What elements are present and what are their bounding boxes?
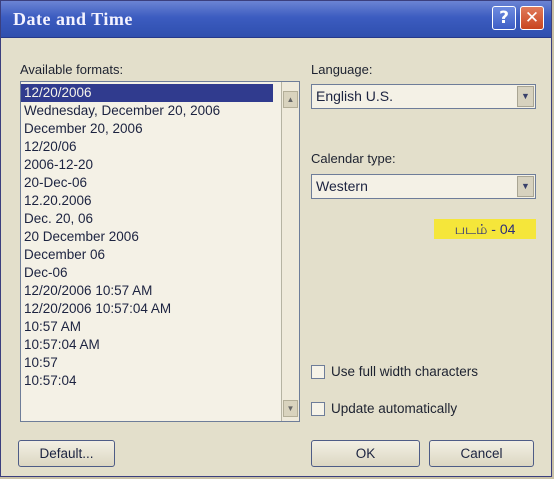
format-list-item[interactable]: Dec-06 — [21, 264, 273, 282]
format-list-item[interactable]: 20-Dec-06 — [21, 174, 273, 192]
help-button[interactable]: ? — [492, 6, 516, 30]
language-label: Language: — [311, 62, 373, 77]
scroll-up-arrow-icon[interactable]: ▲ — [283, 91, 298, 108]
language-select[interactable]: English U.S. ▼ — [311, 84, 536, 109]
format-list-item[interactable]: 10:57 — [21, 354, 273, 372]
figure-tag: படம் - 04 — [434, 219, 536, 239]
close-button[interactable]: ✕ — [520, 6, 544, 30]
cancel-button[interactable]: Cancel — [429, 440, 534, 467]
full-width-label: Use full width characters — [331, 364, 479, 379]
ok-button[interactable]: OK — [311, 440, 420, 467]
format-list-item[interactable]: Dec. 20, 06 — [21, 210, 273, 228]
chevron-down-icon[interactable]: ▼ — [517, 176, 534, 197]
format-list-item[interactable]: 10:57:04 AM — [21, 336, 273, 354]
format-list-item[interactable]: Wednesday, December 20, 2006 — [21, 102, 273, 120]
format-list-item[interactable]: 20 December 2006 — [21, 228, 273, 246]
format-list-item[interactable]: 12/20/2006 10:57:04 AM — [21, 300, 273, 318]
update-automatically-checkbox[interactable] — [311, 402, 325, 416]
calendar-type-label: Calendar type: — [311, 151, 396, 166]
dialog-title: Date and Time — [13, 9, 133, 29]
calendar-type-select[interactable]: Western ▼ — [311, 174, 536, 199]
format-list-item[interactable]: 2006-12-20 — [21, 156, 273, 174]
format-list-item[interactable]: 12/20/2006 — [21, 84, 273, 102]
format-list-item[interactable]: December 06 — [21, 246, 273, 264]
title-bar: Date and Time ? ✕ — [1, 1, 551, 38]
update-automatically-label: Update automatically — [331, 401, 458, 416]
available-formats-list[interactable]: 12/20/2006 Wednesday, December 20, 2006 De… — [20, 81, 300, 422]
format-list-item[interactable]: 12/20/06 — [21, 138, 273, 156]
full-width-checkbox[interactable] — [311, 365, 325, 379]
chevron-down-icon[interactable]: ▼ — [517, 86, 534, 107]
available-formats-label: Available formats: — [20, 62, 124, 77]
scroll-down-arrow-icon[interactable]: ▼ — [283, 400, 298, 417]
format-list-item[interactable]: 12/20/2006 10:57 AM — [21, 282, 273, 300]
formats-scrollbar[interactable]: ▲ ▼ — [281, 82, 299, 421]
help-icon: ? — [499, 8, 509, 28]
format-list-item[interactable]: December 20, 2006 — [21, 120, 273, 138]
close-icon: ✕ — [524, 8, 540, 28]
format-list-item[interactable]: 12.20.2006 — [21, 192, 273, 210]
format-items: 12/20/2006 Wednesday, December 20, 2006 De… — [21, 84, 273, 390]
language-value: English U.S. — [316, 88, 394, 104]
default-button[interactable]: Default... — [18, 440, 115, 467]
calendar-type-value: Western — [316, 178, 368, 194]
date-and-time-dialog: Date and Time ? ✕ Available formats: 12/… — [0, 0, 552, 477]
format-list-item[interactable]: 10:57 AM — [21, 318, 273, 336]
format-list-item[interactable]: 10:57:04 — [21, 372, 273, 390]
